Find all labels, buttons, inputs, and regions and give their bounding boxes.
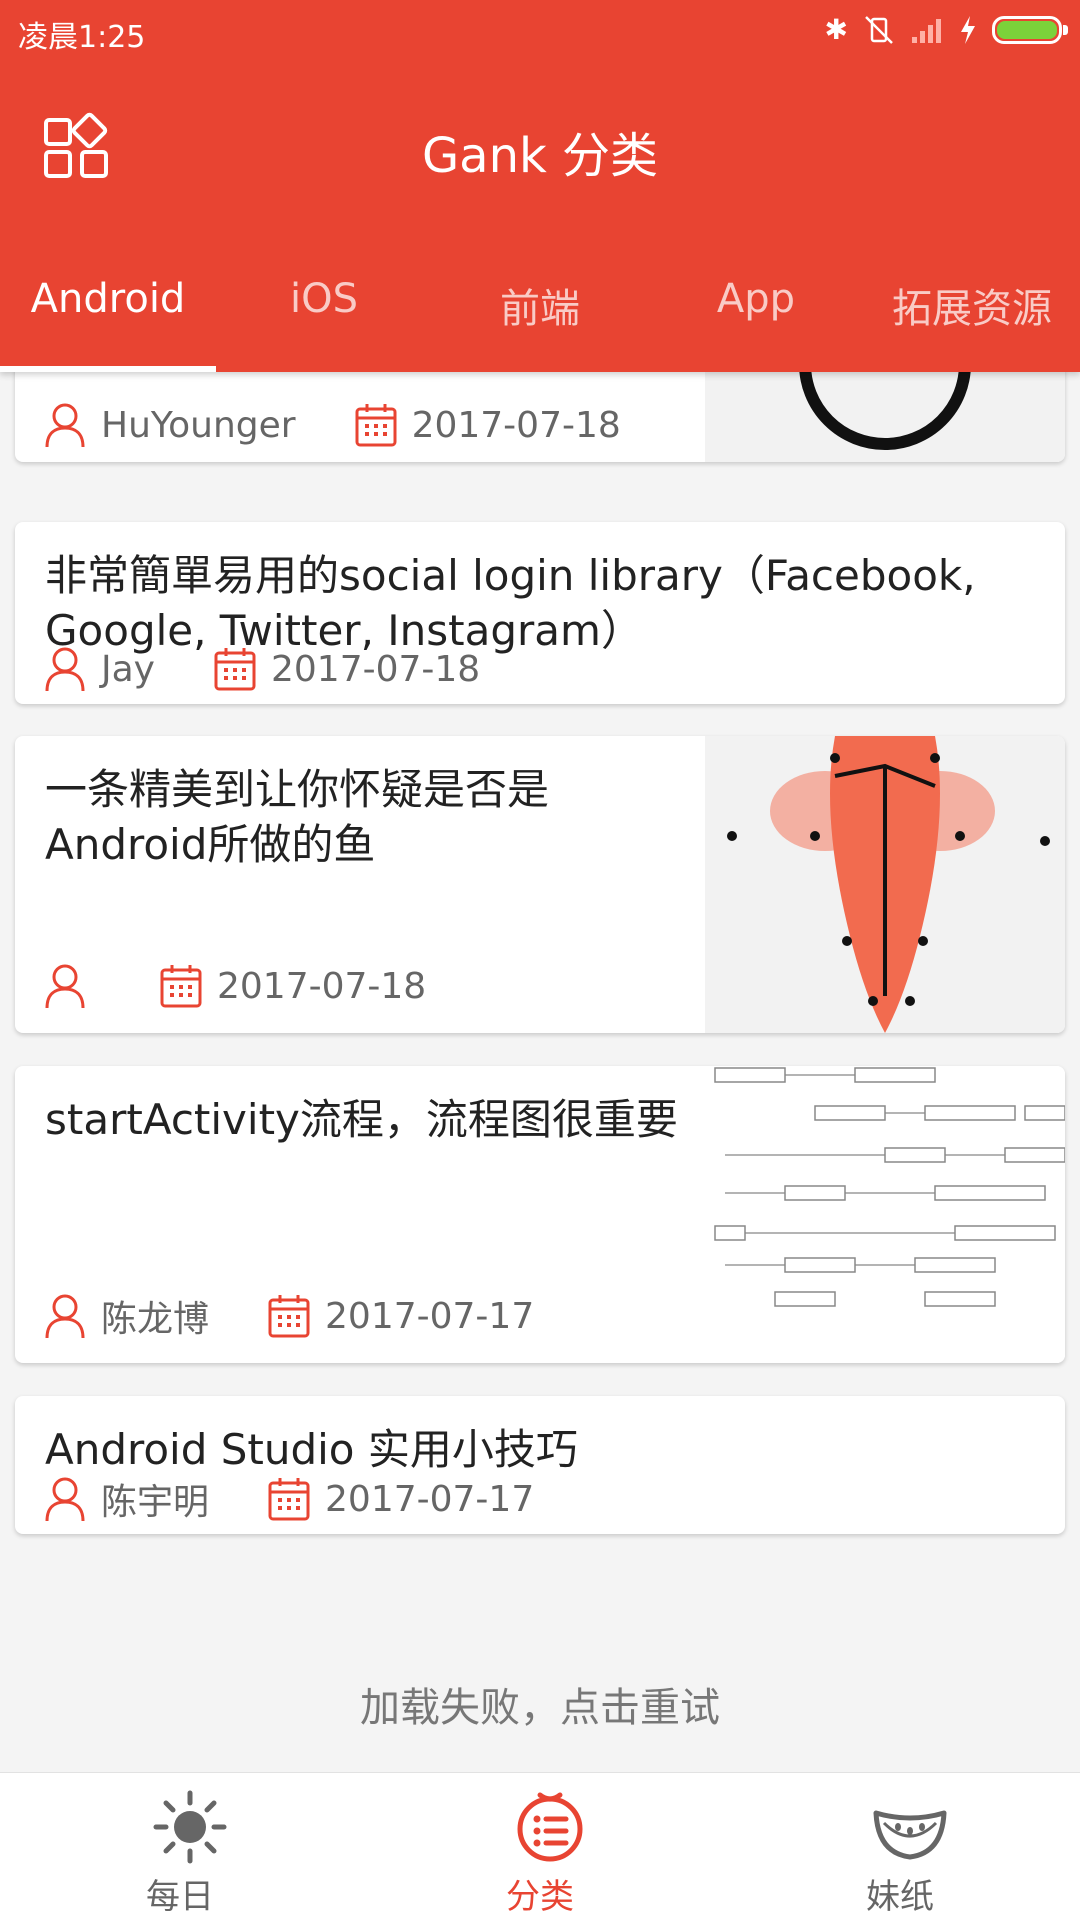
calendar-icon [355, 404, 397, 447]
battery-icon [992, 16, 1068, 44]
article-title: 一条精美到让你怀疑是否是Android所做的鱼 [45, 765, 550, 869]
article-author: 陈龙博 [101, 1299, 210, 1340]
article-author: HuYounger [101, 404, 296, 446]
calendar-icon [268, 1295, 310, 1338]
article-card[interactable]: 一条精美到让你怀疑是否是Android所做的鱼 2017-07-18 [15, 736, 1065, 1033]
article-list[interactable]: HuYounger 2017-07-18 非常簡單易用的social login… [0, 372, 1080, 1772]
article-card[interactable]: startActivity流程，流程图很重要 陈龙博 2017-07-17 [15, 1066, 1065, 1363]
load-retry-button[interactable]: 加载失败，点击重试 [0, 1675, 1080, 1733]
list-icon [517, 1792, 583, 1862]
nav-label: 妹纸 [866, 1877, 934, 1917]
article-title: Android Studio 实用小技巧 [45, 1425, 578, 1474]
page-title: Gank 分类 [421, 128, 659, 184]
user-icon [45, 647, 85, 692]
calendar-icon [268, 1478, 310, 1521]
article-card[interactable]: 非常簡單易用的social login library（Facebook, Go… [15, 522, 1065, 704]
user-icon [45, 1477, 85, 1522]
tab-ios[interactable]: iOS [216, 262, 432, 372]
article-date: 2017-07-18 [411, 404, 621, 446]
user-icon [45, 964, 85, 1009]
charging-icon [961, 16, 975, 44]
tab-frontend[interactable]: 前端 [432, 262, 648, 372]
category-tabs: Android iOS 前端 App 拓展资源 [0, 262, 1080, 372]
nav-daily[interactable]: 每日 [0, 1773, 360, 1920]
article-thumbnail [705, 736, 1065, 1033]
article-title: startActivity流程，流程图很重要 [45, 1095, 678, 1144]
watermelon-icon [873, 1810, 947, 1860]
article-meta: 陈宇明 2017-07-17 [43, 1474, 534, 1524]
article-date: 2017-07-17 [325, 1295, 535, 1337]
user-icon [45, 403, 85, 448]
toolbar: Gank 分类 [0, 82, 1080, 212]
nav-label: 分类 [506, 1877, 574, 1917]
article-thumbnail [705, 372, 1065, 462]
article-date: 2017-07-18 [270, 648, 481, 690]
user-icon [45, 1294, 85, 1339]
article-meta: 陈龙博 2017-07-17 [43, 1291, 534, 1341]
sun-icon [153, 1790, 227, 1864]
app-bar: 凌晨1:25 ✱ Gank 分类 Android iOS 前端 App 拓展资源 [0, 0, 1080, 372]
nav-category[interactable]: 分类 [360, 1773, 720, 1920]
tab-app[interactable]: App [648, 262, 864, 372]
signal-icon [912, 19, 941, 43]
article-card[interactable]: HuYounger 2017-07-18 [15, 372, 1065, 462]
calendar-icon [160, 965, 202, 1008]
article-author: 陈宇明 [101, 1482, 210, 1523]
bluetooth-icon: ✱ [824, 13, 848, 46]
article-date: 2017-07-18 [217, 965, 427, 1007]
nav-girls[interactable]: 妹纸 [720, 1773, 1080, 1920]
tab-resources[interactable]: 拓展资源 [864, 262, 1080, 372]
vibrate-off-icon [865, 16, 893, 44]
article-card[interactable]: Android Studio 实用小技巧 陈宇明 2017-07-17 [15, 1396, 1065, 1534]
article-thumbnail [705, 1066, 1065, 1363]
status-icons: ✱ [824, 12, 1068, 48]
tab-android[interactable]: Android [0, 262, 216, 372]
article-meta: 2017-07-18 [43, 961, 484, 1011]
article-date: 2017-07-17 [325, 1478, 535, 1520]
article-title: 非常簡單易用的social login library（Facebook, Go… [45, 551, 976, 655]
bottom-nav: 每日 分类 妹纸 [0, 1772, 1080, 1920]
calendar-icon [214, 648, 256, 691]
article-meta: Jay 2017-07-18 [43, 644, 480, 694]
status-time: 凌晨1:25 [18, 20, 146, 55]
article-meta: HuYounger 2017-07-18 [43, 400, 621, 450]
status-bar: 凌晨1:25 ✱ [0, 0, 1080, 62]
article-author: Jay [101, 648, 155, 690]
nav-label: 每日 [146, 1877, 214, 1917]
